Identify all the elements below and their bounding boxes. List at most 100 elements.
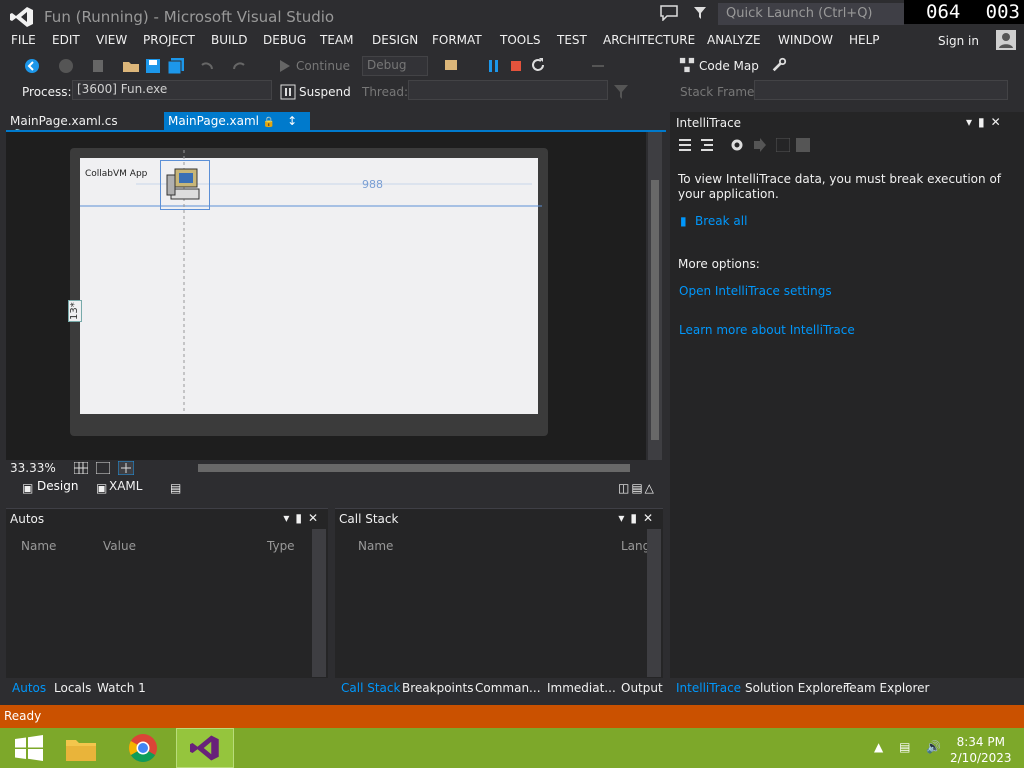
open-file-icon[interactable] [122, 58, 140, 74]
suspend-icon[interactable] [280, 84, 296, 100]
open-log-icon[interactable] [776, 138, 790, 152]
save-all-icon[interactable] [168, 58, 184, 74]
tab-autos[interactable]: Autos [12, 681, 46, 695]
column-header-type[interactable]: Type [267, 539, 295, 553]
menu-help[interactable]: HELP [849, 33, 880, 47]
save-icon[interactable] [146, 58, 160, 74]
tab-mainpage-xaml[interactable]: MainPage.xaml 🔒 ↕ ✕ [164, 112, 310, 142]
menu-team[interactable]: TEAM [320, 33, 353, 47]
taskbar-clock[interactable]: 8:34 PM 2/10/2023 [950, 734, 1012, 766]
menu-file[interactable]: FILE [11, 33, 36, 47]
tab-immediate[interactable]: Immediat... [547, 681, 616, 695]
redo-icon[interactable] [232, 58, 248, 74]
thread-dropdown[interactable] [408, 80, 608, 100]
tab-mainpage-xaml-cs[interactable]: MainPage.xaml.cs 🔒 [6, 112, 126, 142]
tab-watch-1[interactable]: Watch 1 [97, 681, 146, 695]
menu-tools[interactable]: TOOLS [500, 33, 541, 47]
tab-call-stack[interactable]: Call Stack [341, 681, 400, 695]
panel-window-buttons[interactable]: ▾▮✕ [283, 511, 324, 525]
taskbar-visual-studio[interactable] [176, 728, 234, 768]
undo-icon[interactable] [198, 58, 214, 74]
column-header-lang[interactable]: Lang [621, 539, 650, 553]
tab-command[interactable]: Comman... [475, 681, 541, 695]
code-map-icon[interactable] [678, 57, 696, 73]
taskbar-file-explorer[interactable] [52, 728, 110, 768]
stack-frame-dropdown[interactable] [754, 80, 1008, 100]
menu-design[interactable]: DESIGN [372, 33, 418, 47]
attach-process-icon[interactable] [444, 58, 460, 74]
tab-solution-explorer[interactable]: Solution Explorer [745, 681, 848, 695]
panel-title: IntelliTrace [676, 116, 742, 130]
tab-locals[interactable]: Locals [54, 681, 91, 695]
column-header-name[interactable]: Name [21, 539, 56, 553]
tab-team-explorer[interactable]: Team Explorer [844, 681, 930, 695]
learn-more-intellitrace-link[interactable]: Learn more about IntelliTrace [679, 323, 855, 337]
app-image[interactable] [160, 160, 210, 210]
avatar[interactable] [996, 30, 1016, 50]
grid-row-size[interactable]: 13* [68, 300, 82, 322]
forward-icon[interactable] [58, 58, 74, 74]
code-map-button[interactable]: Code Map [699, 58, 759, 74]
open-intellitrace-settings-link[interactable]: Open IntelliTrace settings [679, 284, 832, 298]
menu-window[interactable]: WINDOW [778, 33, 833, 47]
column-header-name[interactable]: Name [358, 539, 393, 553]
next-event-icon[interactable] [754, 138, 766, 152]
width-indicator: 988 [362, 178, 383, 191]
menu-format[interactable]: FORMAT [432, 33, 482, 47]
process-dropdown[interactable]: [3600] Fun.exe [72, 80, 272, 100]
menu-test[interactable]: TEST [557, 33, 587, 47]
menu-debug[interactable]: DEBUG [263, 33, 306, 47]
quick-launch-input[interactable]: Quick Launch (Ctrl+Q) [718, 3, 904, 25]
tray-overflow-icon[interactable]: ▲ [874, 740, 889, 754]
vertical-scrollbar[interactable] [647, 529, 661, 677]
panel-window-buttons[interactable]: ▾▮✕ [618, 511, 659, 525]
artboard-icon[interactable] [96, 462, 110, 474]
column-header-value[interactable]: Value [103, 539, 136, 553]
network-icon[interactable]: ▤ [899, 740, 916, 754]
tab-breakpoints[interactable]: Breakpoints [402, 681, 473, 695]
restart-icon[interactable] [530, 57, 546, 73]
menu-analyze[interactable]: ANALYZE [707, 33, 761, 47]
back-icon[interactable] [24, 58, 40, 74]
zoom-dropdown[interactable]: 33.33% [10, 461, 56, 475]
tab-design[interactable]: Design [37, 479, 78, 493]
menu-project[interactable]: PROJECT [143, 33, 195, 47]
menu-view[interactable]: VIEW [96, 33, 127, 47]
break-all-link[interactable]: Break all [695, 214, 747, 228]
continue-button[interactable]: Continue [296, 58, 350, 74]
tab-intellitrace[interactable]: IntelliTrace [676, 681, 741, 695]
save-log-icon[interactable] [796, 138, 810, 152]
vertical-scrollbar[interactable] [312, 529, 326, 677]
pin-icon[interactable]: ↕ [287, 114, 297, 128]
tab-output[interactable]: Output [621, 681, 663, 695]
configuration-dropdown[interactable]: Debug [362, 56, 428, 76]
snap-icon[interactable] [118, 461, 134, 475]
pause-icon[interactable] [488, 58, 500, 74]
pane-layout-icons[interactable]: ◫▤△ [618, 481, 656, 495]
feedback-filter-icon[interactable] [694, 7, 706, 19]
panel-window-buttons[interactable]: ▾▮✕ [966, 115, 1007, 129]
stop-icon[interactable] [510, 58, 522, 74]
step-over-icon[interactable] [590, 58, 606, 74]
settings-gear-icon[interactable] [730, 138, 744, 152]
filter-icon[interactable] [614, 84, 628, 100]
tools-icon[interactable] [770, 57, 788, 73]
suspend-button[interactable]: Suspend [299, 84, 351, 100]
volume-icon[interactable]: 🔊 [926, 740, 947, 754]
list-view-icon[interactable] [678, 138, 692, 152]
sign-in-link[interactable]: Sign in [938, 34, 979, 48]
scrollbar-thumb[interactable] [651, 180, 659, 440]
grid-toggle-icon[interactable] [74, 462, 88, 474]
new-project-icon[interactable] [90, 58, 106, 74]
menu-build[interactable]: BUILD [211, 33, 247, 47]
tab-xaml[interactable]: XAML [109, 479, 142, 493]
continue-play-icon[interactable] [280, 58, 290, 74]
menu-architecture[interactable]: ARCHITECTURE [603, 33, 695, 47]
designer-horizontal-scrollbar[interactable] [198, 464, 630, 472]
notification-flag-icon[interactable] [660, 5, 678, 21]
swap-panes-icon[interactable]: ▤ [170, 481, 181, 495]
menu-edit[interactable]: EDIT [52, 33, 80, 47]
taskbar-chrome[interactable] [114, 728, 172, 768]
call-view-icon[interactable] [700, 138, 714, 152]
start-button[interactable] [0, 728, 58, 768]
